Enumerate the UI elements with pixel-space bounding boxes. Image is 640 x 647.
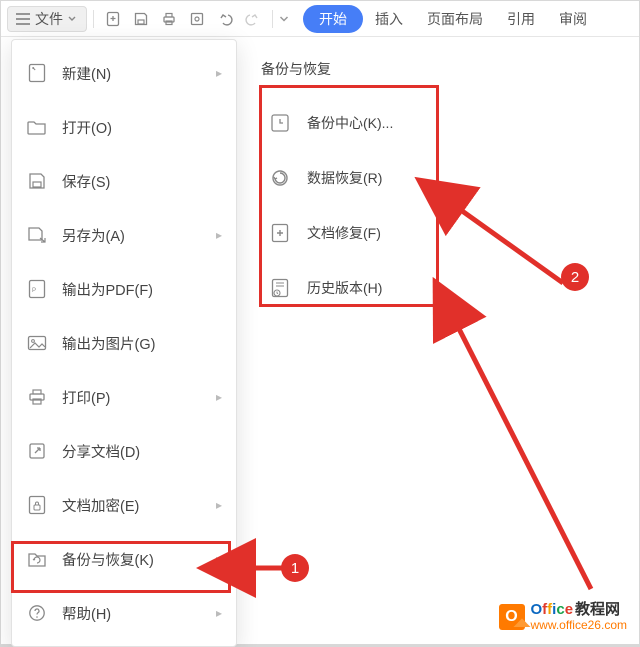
- chevron-right-icon: ▸: [216, 228, 222, 242]
- file-menu-dropdown: 新建(N) ▸ 打开(O) 保存(S) 另存为(A) ▸ P 输出: [11, 39, 237, 647]
- menu-item-saveas[interactable]: 另存为(A) ▸: [12, 208, 236, 262]
- print-icon[interactable]: [156, 6, 182, 32]
- watermark-url: www.office26.com: [531, 619, 628, 632]
- doc-repair-icon: [269, 223, 291, 243]
- menu-item-label: 打开(O): [62, 117, 222, 138]
- menu-item-label: 备份与恢复(K): [62, 549, 202, 570]
- menu-item-export-image[interactable]: 输出为图片(G): [12, 316, 236, 370]
- backup-icon: [26, 550, 48, 568]
- chevron-right-icon: ▸: [216, 390, 222, 404]
- tab-insert[interactable]: 插入: [363, 5, 415, 33]
- menu-item-save[interactable]: 保存(S): [12, 154, 236, 208]
- tab-review[interactable]: 审阅: [547, 5, 599, 33]
- file-menu-button[interactable]: 文件: [7, 6, 87, 32]
- chevron-down-icon: [68, 16, 76, 22]
- menu-item-label: 文档加密(E): [62, 495, 202, 516]
- annotation-badge-2: 2: [561, 263, 589, 291]
- menu-item-export-pdf[interactable]: P 输出为PDF(F): [12, 262, 236, 316]
- print-icon: [26, 388, 48, 406]
- separator: [272, 10, 273, 28]
- menu-item-open[interactable]: 打开(O): [12, 100, 236, 154]
- menu-item-backup-restore[interactable]: 备份与恢复(K) ▸: [12, 532, 236, 586]
- top-toolbar: 文件 开始 插入 页面布局: [1, 1, 639, 37]
- history-doc-icon: [269, 278, 291, 298]
- menu-item-label: 保存(S): [62, 171, 222, 192]
- redo-icon[interactable]: [240, 6, 266, 32]
- chevron-right-icon: ▸: [216, 66, 222, 80]
- menu-item-share[interactable]: 分享文档(D): [12, 424, 236, 478]
- watermark: O Office教程网 www.office26.com: [499, 602, 628, 632]
- saveas-icon: [26, 226, 48, 244]
- ribbon-tabs: 开始 插入 页面布局 引用 审阅: [303, 5, 599, 33]
- submenu-item-label: 历史版本(H): [307, 278, 382, 298]
- image-icon: [26, 335, 48, 351]
- watermark-brand: Office教程网: [531, 602, 628, 619]
- annotation-badge-1: 1: [281, 554, 309, 582]
- folder-icon: [26, 119, 48, 135]
- menu-item-label: 打印(P): [62, 387, 202, 408]
- menu-item-print[interactable]: 打印(P) ▸: [12, 370, 236, 424]
- menu-item-encrypt[interactable]: 文档加密(E) ▸: [12, 478, 236, 532]
- menu-item-label: 输出为PDF(F): [62, 279, 222, 300]
- file-menu-label: 文件: [35, 9, 63, 29]
- watermark-logo-icon: O: [499, 604, 525, 630]
- svg-text:P: P: [32, 288, 36, 294]
- submenu-item-label: 备份中心(K)...: [307, 113, 393, 133]
- menu-item-label: 帮助(H): [62, 603, 202, 624]
- menu-item-help[interactable]: 帮助(H) ▸: [12, 586, 236, 640]
- recovery-icon: [269, 168, 291, 188]
- submenu-item-label: 数据恢复(R): [307, 168, 382, 188]
- tab-layout[interactable]: 页面布局: [415, 5, 495, 33]
- new-doc-icon[interactable]: [100, 6, 126, 32]
- chevron-down-icon[interactable]: [279, 15, 289, 23]
- help-icon: [26, 604, 48, 622]
- preview-icon[interactable]: [184, 6, 210, 32]
- menu-item-new[interactable]: 新建(N) ▸: [12, 46, 236, 100]
- submenu-item-backup-center[interactable]: 备份中心(K)...: [255, 95, 625, 150]
- submenu-item-data-recovery[interactable]: 数据恢复(R): [255, 150, 625, 205]
- separator: [93, 10, 94, 28]
- chevron-right-icon: ▸: [216, 498, 222, 512]
- share-icon: [26, 442, 48, 460]
- lock-doc-icon: [26, 495, 48, 515]
- chevron-right-icon: ▸: [216, 552, 222, 566]
- clock-square-icon: [269, 113, 291, 133]
- pdf-icon: P: [26, 279, 48, 299]
- undo-icon[interactable]: [212, 6, 238, 32]
- chevron-right-icon: ▸: [216, 606, 222, 620]
- submenu-item-label: 文档修复(F): [307, 223, 381, 243]
- tab-reference[interactable]: 引用: [495, 5, 547, 33]
- new-file-icon: [26, 63, 48, 83]
- save-icon[interactable]: [128, 6, 154, 32]
- menu-item-label: 分享文档(D): [62, 441, 222, 462]
- menu-item-label: 输出为图片(G): [62, 333, 222, 354]
- tab-start[interactable]: 开始: [303, 5, 363, 33]
- hamburger-icon: [16, 13, 30, 25]
- menu-item-label: 新建(N): [62, 63, 202, 84]
- menu-item-label: 另存为(A): [62, 225, 202, 246]
- save-icon: [26, 172, 48, 190]
- submenu-title: 备份与恢复: [261, 59, 625, 79]
- submenu-item-doc-repair[interactable]: 文档修复(F): [255, 205, 625, 260]
